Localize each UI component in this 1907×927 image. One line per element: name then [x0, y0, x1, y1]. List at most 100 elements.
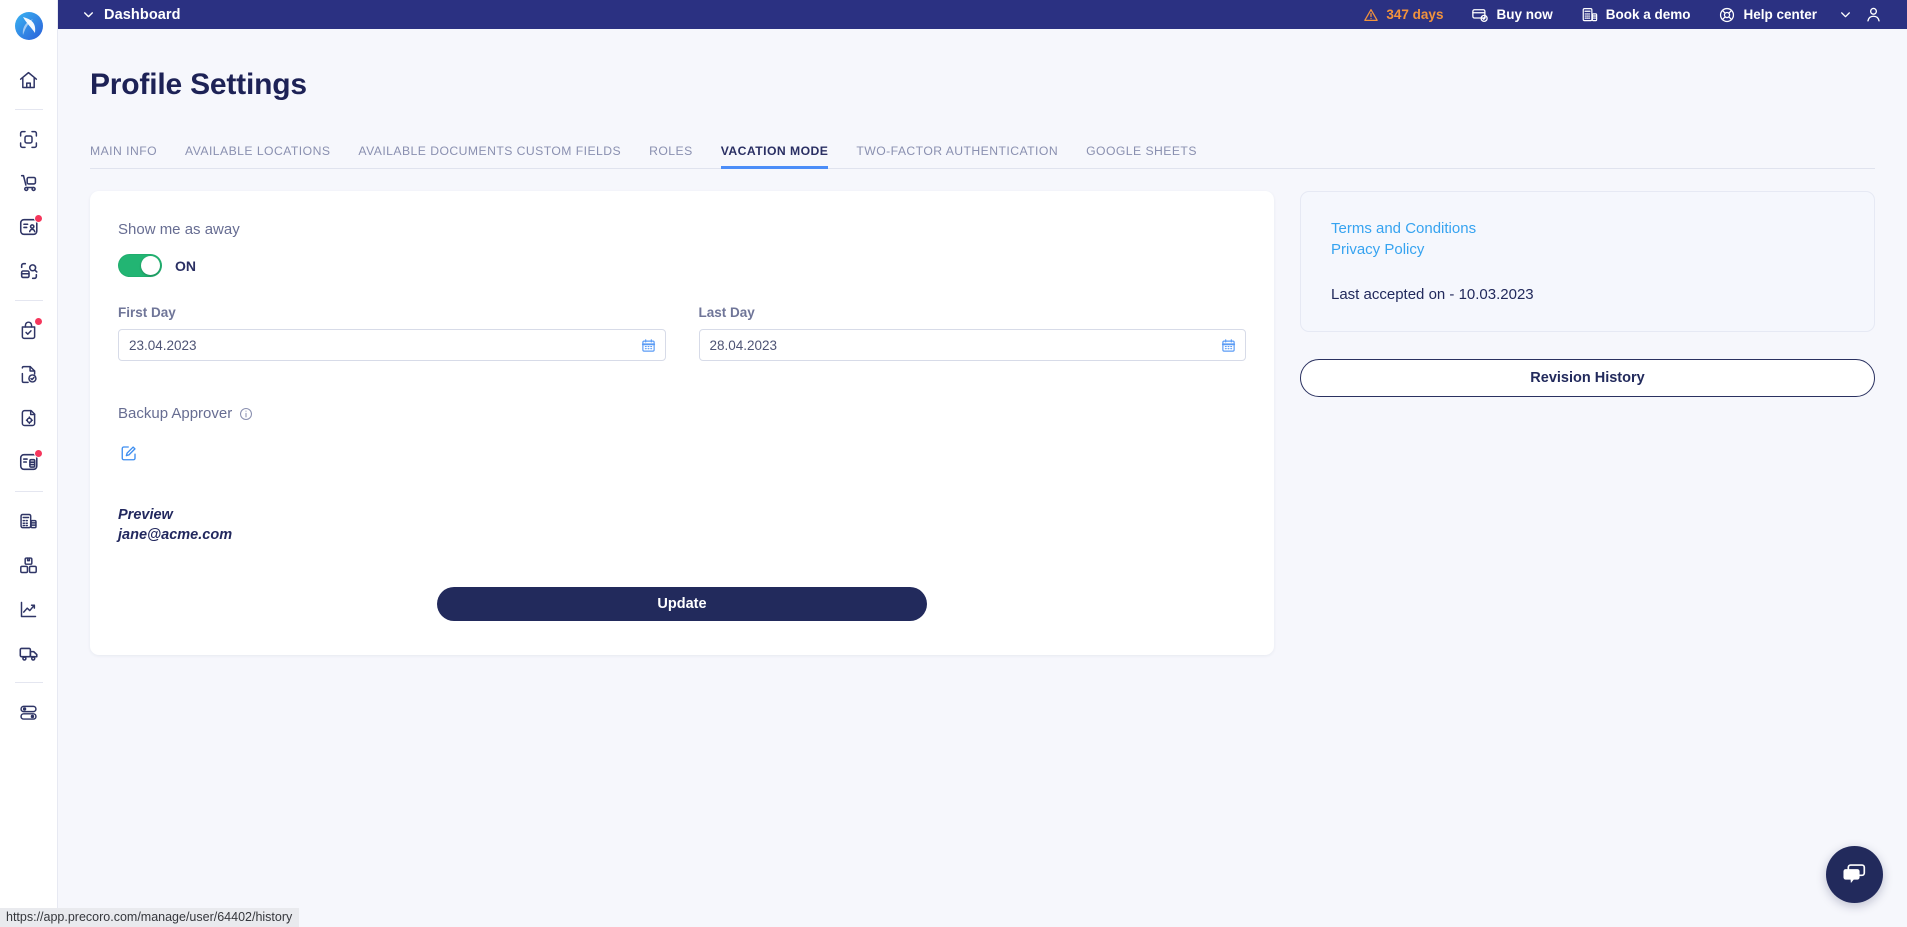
sidebar-item-approvals-check[interactable]: [0, 308, 58, 352]
tab-two-factor-authentication[interactable]: TWO-FACTOR AUTHENTICATION: [842, 144, 1072, 168]
document-check-icon: [21, 365, 37, 383]
calendar-icon[interactable]: [1221, 338, 1236, 353]
chat-widget-button[interactable]: [1826, 846, 1883, 903]
preview-heading: Preview: [118, 507, 173, 523]
trolley-icon: [20, 174, 36, 192]
tab-roles[interactable]: ROLES: [635, 144, 707, 168]
chevron-down-icon: [84, 12, 93, 18]
first-day-field: First Day: [118, 305, 666, 361]
first-day-input[interactable]: [129, 337, 641, 353]
terms-and-conditions-card: Terms and Conditions Privacy Policy Last…: [1300, 191, 1875, 332]
rail-divider: [14, 491, 43, 492]
buy-now-button[interactable]: Buy now: [1457, 0, 1566, 29]
calculator-icon: [1582, 7, 1597, 21]
calendar-icon[interactable]: [641, 338, 656, 353]
toggle-knob: [141, 256, 160, 275]
backup-approver-label-row: Backup Approver: [118, 405, 1246, 422]
vacation-dates-row: First Day Last Day: [118, 305, 1246, 361]
precoro-logo[interactable]: [0, 4, 58, 48]
first-day-label: First Day: [118, 305, 176, 320]
show-me-as-away-label: Show me as away: [118, 221, 240, 238]
user-avatar-icon: [1867, 7, 1880, 22]
home-icon: [19, 71, 38, 88]
rail-divider: [14, 300, 43, 301]
sidebar-item-scan-document[interactable]: [0, 117, 58, 161]
last-day-input-wrapper[interactable]: [698, 329, 1246, 361]
rail-divider: [14, 109, 43, 110]
backup-approver-label: Backup Approver: [118, 405, 233, 422]
sidebar-item-requests-approvals[interactable]: [0, 205, 58, 249]
notification-badge: [33, 214, 43, 223]
status-bar-url: https://app.precoro.com/manage/user/6440…: [0, 908, 300, 927]
help-center-button[interactable]: Help center: [1704, 0, 1831, 29]
vacation-mode-card: Show me as away ON First Day 23.04.2023 …: [90, 191, 1274, 655]
show-me-as-away-row: ON: [118, 254, 1246, 277]
page-title: Profile Settings: [90, 68, 307, 101]
help-center-label: Help center: [1743, 7, 1817, 22]
top-navigation-bar: Dashboard 347 days Buy now Book a demo H…: [58, 0, 1907, 29]
update-button[interactable]: Update: [437, 587, 927, 621]
sidebar-item-purchase-requisition[interactable]: [0, 161, 58, 205]
info-circle-icon[interactable]: [239, 407, 253, 421]
settings-tabs: MAIN INFO AVAILABLE LOCATIONS AVAILABLE …: [90, 136, 1875, 169]
last-day-input[interactable]: [709, 337, 1221, 353]
sidebar-item-tasks[interactable]: [0, 440, 58, 484]
user-avatar-button[interactable]: [1860, 5, 1893, 24]
page-content: Profile Settings MAIN INFO AVAILABLE LOC…: [58, 29, 1907, 927]
user-menu-caret[interactable]: [1831, 8, 1860, 21]
tab-google-sheets[interactable]: GOOGLE SHEETS: [1072, 144, 1211, 168]
lifebuoy-icon: [1720, 7, 1735, 22]
scan-document-icon: [19, 130, 38, 148]
tab-main-info[interactable]: MAIN INFO: [90, 144, 171, 168]
notification-badge: [33, 449, 43, 458]
sidebar-item-budgets[interactable]: [0, 499, 58, 543]
first-day-input-wrapper[interactable]: [118, 329, 666, 361]
sidebar-item-invoices[interactable]: [0, 352, 58, 396]
tab-available-locations[interactable]: AVAILABLE LOCATIONS: [171, 144, 344, 168]
sidebar-item-configuration[interactable]: [0, 690, 58, 734]
show-me-as-away-toggle[interactable]: [118, 254, 162, 277]
tab-vacation-mode[interactable]: VACATION MODE: [707, 144, 843, 169]
boxes-icon: [20, 556, 37, 573]
sidebar-item-payments[interactable]: [0, 396, 58, 440]
right-column: Terms and Conditions Privacy Policy Last…: [1300, 191, 1875, 397]
card-check-icon: [1472, 8, 1489, 22]
privacy-policy-link[interactable]: Privacy Policy: [1331, 239, 1844, 260]
receive-search-icon: [20, 262, 38, 280]
notification-badge: [33, 317, 43, 326]
content-row: Show me as away ON First Day 23.04.2023 …: [90, 191, 1875, 655]
tab-available-documents-custom-fields[interactable]: AVAILABLE DOCUMENTS CUSTOM FIELDS: [344, 144, 635, 168]
terms-and-conditions-link[interactable]: Terms and Conditions: [1331, 218, 1844, 239]
sidebar-item-reports[interactable]: [0, 587, 58, 631]
preview-block: Preview jane@acme.com: [118, 505, 1246, 545]
dashboard-menu-toggle[interactable]: Dashboard: [82, 7, 181, 23]
warning-triangle-icon: [1364, 8, 1379, 21]
last-day-field: Last Day: [698, 305, 1246, 361]
calculator-doc-icon: [20, 513, 37, 528]
trial-days-label: 347 days: [1386, 7, 1444, 22]
toggle-state-label: ON: [175, 257, 196, 274]
book-a-demo-button[interactable]: Book a demo: [1567, 0, 1705, 29]
buy-now-label: Buy now: [1496, 7, 1553, 22]
edit-square-icon: [121, 446, 136, 461]
backup-approver-block: Backup Approver: [118, 405, 1246, 464]
sidebar-rail: [0, 0, 58, 927]
revision-history-button[interactable]: Revision History: [1300, 358, 1875, 397]
sidebar-item-home[interactable]: [0, 58, 58, 102]
topbar-actions: 347 days Buy now Book a demo Help center: [1349, 0, 1893, 29]
backup-approver-edit-button[interactable]: [118, 442, 140, 464]
trial-days-indicator[interactable]: 347 days: [1349, 0, 1457, 29]
sidebar-item-deliveries[interactable]: [0, 631, 58, 675]
toggles-icon: [20, 705, 37, 720]
last-day-label: Last Day: [698, 305, 755, 320]
truck-icon: [19, 647, 38, 661]
last-accepted-text: Last accepted on - 10.03.2023: [1331, 285, 1534, 303]
dashboard-title: Dashboard: [104, 6, 181, 23]
book-a-demo-label: Book a demo: [1605, 7, 1691, 22]
preview-email: jane@acme.com: [118, 527, 233, 543]
sidebar-item-supplier-search[interactable]: [0, 249, 58, 293]
chart-trend-icon: [20, 601, 37, 617]
sidebar-item-warehouse[interactable]: [0, 543, 58, 587]
document-settings-icon: [21, 409, 36, 426]
rail-divider: [14, 682, 43, 683]
